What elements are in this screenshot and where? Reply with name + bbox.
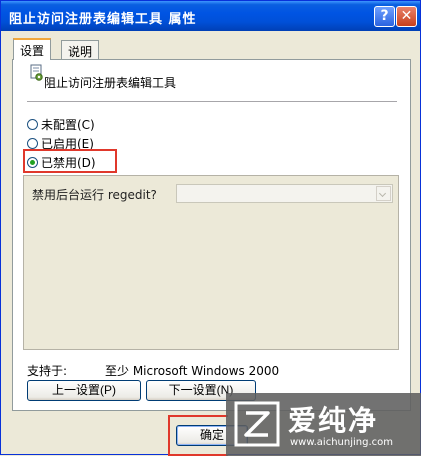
title-bar[interactable]: 阻止访问注册表编辑工具 属性 ? ✕ — [1, 1, 420, 31]
highlight-box-disabled — [23, 149, 117, 173]
separator — [27, 101, 397, 102]
radio-label: 未配置(C) — [41, 118, 95, 132]
highlight-box-ok — [168, 415, 228, 456]
policy-setting-icon — [30, 64, 43, 81]
support-label: 支持于: — [27, 364, 68, 378]
policy-name: 阻止访问注册表编辑工具 — [44, 76, 177, 90]
window-title: 阻止访问注册表编辑工具 属性 — [9, 12, 197, 27]
brand-logo-icon — [234, 401, 280, 447]
watermark-url: www.aichunjing.com — [290, 437, 393, 448]
support-value: 至少 Microsoft Windows 2000 — [105, 364, 280, 378]
properties-dialog: 阻止访问注册表编辑工具 属性 ? ✕ 设置 说明 阻止访问注册表编辑工具 未配置… — [0, 0, 421, 456]
radio-circle[interactable] — [27, 138, 38, 149]
settings-panel: 阻止访问注册表编辑工具 未配置(C) 已启用(E) 已禁用(D) 禁用后台运行 … — [12, 59, 411, 411]
tab-explain[interactable]: 说明 — [61, 40, 100, 60]
close-button[interactable]: ✕ — [396, 6, 417, 27]
help-button[interactable]: ? — [374, 6, 395, 27]
option-label: 禁用后台运行 regedit? — [32, 188, 157, 202]
watermark-text: 爱纯净 — [288, 404, 379, 437]
options-area: 禁用后台运行 regedit? — [23, 175, 399, 350]
radio-circle[interactable] — [27, 119, 38, 130]
watermark: 爱纯净 www.aichunjing.com — [226, 393, 421, 456]
option-select[interactable] — [176, 184, 393, 203]
previous-setting-button[interactable]: 上一设置(P) — [27, 380, 141, 401]
tab-settings[interactable]: 设置 — [13, 38, 52, 60]
chevron-down-icon[interactable] — [376, 186, 391, 201]
radio-not-configured[interactable]: 未配置(C) — [27, 116, 95, 133]
